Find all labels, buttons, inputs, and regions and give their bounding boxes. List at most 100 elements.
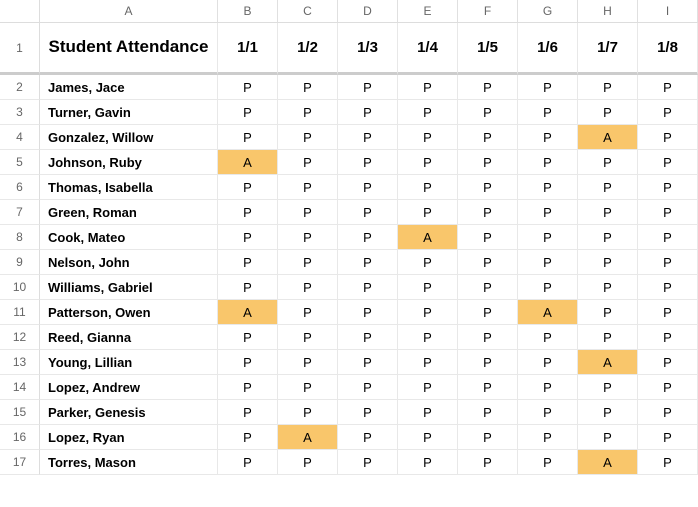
attendance-cell[interactable]: P xyxy=(458,325,518,350)
attendance-cell[interactable]: P xyxy=(458,275,518,300)
attendance-cell[interactable]: P xyxy=(578,400,638,425)
attendance-cell[interactable]: P xyxy=(458,75,518,100)
attendance-cell[interactable]: P xyxy=(578,250,638,275)
row-header-17[interactable]: 17 xyxy=(0,450,40,475)
student-name[interactable]: Lopez, Andrew xyxy=(40,375,218,400)
attendance-cell[interactable]: P xyxy=(518,425,578,450)
row-header-15[interactable]: 15 xyxy=(0,400,40,425)
student-name[interactable]: Patterson, Owen xyxy=(40,300,218,325)
attendance-cell[interactable]: P xyxy=(338,225,398,250)
attendance-cell[interactable]: P xyxy=(278,75,338,100)
attendance-cell[interactable]: P xyxy=(638,200,698,225)
attendance-cell[interactable]: P xyxy=(518,225,578,250)
attendance-cell[interactable]: P xyxy=(278,275,338,300)
attendance-cell[interactable]: P xyxy=(638,275,698,300)
row-header-11[interactable]: 11 xyxy=(0,300,40,325)
date-header[interactable]: 1/7 xyxy=(578,23,638,75)
row-header-5[interactable]: 5 xyxy=(0,150,40,175)
attendance-cell[interactable]: P xyxy=(518,150,578,175)
attendance-cell[interactable]: P xyxy=(458,350,518,375)
student-name[interactable]: Cook, Mateo xyxy=(40,225,218,250)
date-header[interactable]: 1/3 xyxy=(338,23,398,75)
date-header[interactable]: 1/5 xyxy=(458,23,518,75)
attendance-cell[interactable]: P xyxy=(578,300,638,325)
attendance-cell[interactable]: P xyxy=(338,275,398,300)
attendance-cell[interactable]: P xyxy=(338,450,398,475)
student-name[interactable]: Johnson, Ruby xyxy=(40,150,218,175)
attendance-cell[interactable]: P xyxy=(518,375,578,400)
attendance-cell[interactable]: P xyxy=(398,150,458,175)
student-name[interactable]: Torres, Mason xyxy=(40,450,218,475)
attendance-cell[interactable]: P xyxy=(638,150,698,175)
attendance-cell[interactable]: A xyxy=(518,300,578,325)
attendance-cell[interactable]: P xyxy=(218,100,278,125)
attendance-cell[interactable]: P xyxy=(398,400,458,425)
attendance-cell[interactable]: P xyxy=(398,450,458,475)
attendance-cell[interactable]: P xyxy=(338,250,398,275)
attendance-cell[interactable]: P xyxy=(218,325,278,350)
attendance-cell[interactable]: A xyxy=(578,125,638,150)
attendance-cell[interactable]: P xyxy=(398,250,458,275)
attendance-cell[interactable]: P xyxy=(278,225,338,250)
attendance-cell[interactable]: P xyxy=(638,425,698,450)
attendance-cell[interactable]: A xyxy=(398,225,458,250)
row-header-4[interactable]: 4 xyxy=(0,125,40,150)
attendance-cell[interactable]: P xyxy=(458,300,518,325)
attendance-cell[interactable]: P xyxy=(638,450,698,475)
attendance-cell[interactable]: A xyxy=(578,450,638,475)
attendance-cell[interactable]: P xyxy=(278,150,338,175)
column-header-F[interactable]: F xyxy=(458,0,518,23)
attendance-cell[interactable]: P xyxy=(458,200,518,225)
attendance-cell[interactable]: P xyxy=(638,250,698,275)
attendance-cell[interactable]: A xyxy=(218,300,278,325)
row-header-6[interactable]: 6 xyxy=(0,175,40,200)
attendance-cell[interactable]: P xyxy=(218,450,278,475)
attendance-cell[interactable]: P xyxy=(338,175,398,200)
attendance-cell[interactable]: P xyxy=(398,275,458,300)
attendance-cell[interactable]: P xyxy=(338,400,398,425)
attendance-cell[interactable]: P xyxy=(458,425,518,450)
attendance-cell[interactable]: P xyxy=(278,450,338,475)
attendance-cell[interactable]: P xyxy=(458,150,518,175)
attendance-cell[interactable]: P xyxy=(278,200,338,225)
attendance-cell[interactable]: P xyxy=(338,375,398,400)
attendance-cell[interactable]: P xyxy=(638,225,698,250)
attendance-cell[interactable]: P xyxy=(398,325,458,350)
attendance-cell[interactable]: P xyxy=(638,100,698,125)
attendance-cell[interactable]: P xyxy=(518,175,578,200)
attendance-cell[interactable]: P xyxy=(458,400,518,425)
column-header-B[interactable]: B xyxy=(218,0,278,23)
attendance-cell[interactable]: P xyxy=(338,350,398,375)
attendance-cell[interactable]: P xyxy=(278,100,338,125)
attendance-cell[interactable]: P xyxy=(218,175,278,200)
attendance-cell[interactable]: P xyxy=(398,350,458,375)
attendance-cell[interactable]: P xyxy=(218,400,278,425)
attendance-cell[interactable]: P xyxy=(338,325,398,350)
attendance-cell[interactable]: P xyxy=(278,300,338,325)
column-header-C[interactable]: C xyxy=(278,0,338,23)
attendance-cell[interactable]: P xyxy=(578,375,638,400)
student-name[interactable]: James, Jace xyxy=(40,75,218,100)
student-name[interactable]: Turner, Gavin xyxy=(40,100,218,125)
student-name[interactable]: Nelson, John xyxy=(40,250,218,275)
attendance-cell[interactable]: P xyxy=(458,100,518,125)
row-header-13[interactable]: 13 xyxy=(0,350,40,375)
attendance-cell[interactable]: P xyxy=(458,450,518,475)
attendance-cell[interactable]: P xyxy=(518,450,578,475)
attendance-cell[interactable]: P xyxy=(338,75,398,100)
attendance-cell[interactable]: P xyxy=(398,425,458,450)
attendance-cell[interactable]: P xyxy=(398,175,458,200)
attendance-cell[interactable]: P xyxy=(518,250,578,275)
attendance-cell[interactable]: P xyxy=(578,200,638,225)
attendance-cell[interactable]: P xyxy=(518,125,578,150)
attendance-cell[interactable]: A xyxy=(278,425,338,450)
attendance-cell[interactable]: P xyxy=(638,300,698,325)
attendance-cell[interactable]: P xyxy=(578,150,638,175)
attendance-cell[interactable]: P xyxy=(398,100,458,125)
column-header-G[interactable]: G xyxy=(518,0,578,23)
attendance-cell[interactable]: P xyxy=(218,275,278,300)
attendance-cell[interactable]: P xyxy=(578,275,638,300)
student-name[interactable]: Reed, Gianna xyxy=(40,325,218,350)
row-header-7[interactable]: 7 xyxy=(0,200,40,225)
attendance-cell[interactable]: P xyxy=(278,400,338,425)
